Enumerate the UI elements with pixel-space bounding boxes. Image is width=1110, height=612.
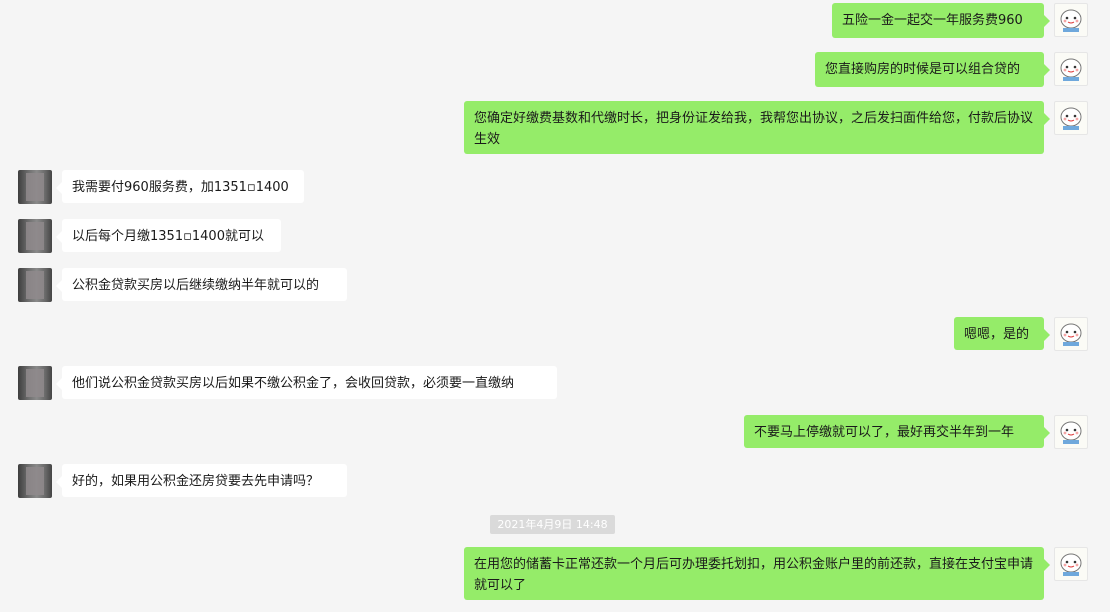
message-bubble-outgoing[interactable]: 五险一金一起交一年服务费960: [832, 3, 1050, 38]
blurred-photo-avatar: [26, 222, 44, 250]
blurred-photo-avatar: [26, 467, 44, 495]
message-timestamp: 2021年4月9日 14:48: [490, 515, 615, 534]
my-avatar[interactable]: [1054, 317, 1088, 351]
my-avatar[interactable]: [1054, 101, 1088, 135]
my-avatar[interactable]: [1054, 3, 1088, 37]
blurred-photo-avatar: [26, 173, 44, 201]
my-avatar[interactable]: [1054, 547, 1088, 581]
contact-avatar[interactable]: [18, 464, 52, 498]
cartoon-avatar-icon: [1060, 323, 1082, 346]
message-bubble-outgoing[interactable]: 不要马上停缴就可以了，最好再交半年到一年: [744, 415, 1050, 448]
message-bubble-outgoing[interactable]: 您直接购房的时候是可以组合贷的: [815, 52, 1050, 87]
message-bubble-incoming[interactable]: 好的，如果用公积金还房贷要去先申请吗？: [56, 464, 347, 497]
contact-avatar[interactable]: [18, 170, 52, 204]
message-bubble-outgoing[interactable]: 在用您的储蓄卡正常还款一个月后可办理委托划扣，用公积金账户里的前还款，直接在支付…: [464, 547, 1050, 600]
blurred-photo-avatar: [26, 369, 44, 397]
my-avatar[interactable]: [1054, 52, 1088, 86]
cartoon-avatar-icon: [1060, 58, 1082, 81]
contact-avatar[interactable]: [18, 268, 52, 302]
message-bubble-incoming[interactable]: 公积金贷款买房以后继续缴纳半年就可以的: [56, 268, 347, 301]
message-bubble-incoming[interactable]: 以后每个月缴1351▫1400就可以: [56, 219, 281, 252]
message-bubble-incoming[interactable]: 他们说公积金贷款买房以后如果不缴公积金了，会收回贷款，必须要一直缴纳: [56, 366, 557, 399]
message-bubble-outgoing[interactable]: 嗯嗯，是的: [954, 317, 1050, 350]
message-bubble-outgoing[interactable]: 您确定好缴费基数和代缴时长，把身份证发给我，我帮您出协议，之后发扫面件给您，付款…: [464, 101, 1050, 154]
contact-avatar[interactable]: [18, 366, 52, 400]
chat-window: 五险一金一起交一年服务费960 您直接购房的时候是可以组合贷的 您确定好缴费基数…: [0, 0, 1110, 612]
cartoon-avatar-icon: [1060, 553, 1082, 576]
my-avatar[interactable]: [1054, 415, 1088, 449]
message-bubble-incoming[interactable]: 我需要付960服务费，加1351▫1400: [56, 170, 304, 203]
blurred-photo-avatar: [26, 271, 44, 299]
cartoon-avatar-icon: [1060, 107, 1082, 130]
cartoon-avatar-icon: [1060, 421, 1082, 444]
cartoon-avatar-icon: [1060, 9, 1082, 32]
contact-avatar[interactable]: [18, 219, 52, 253]
